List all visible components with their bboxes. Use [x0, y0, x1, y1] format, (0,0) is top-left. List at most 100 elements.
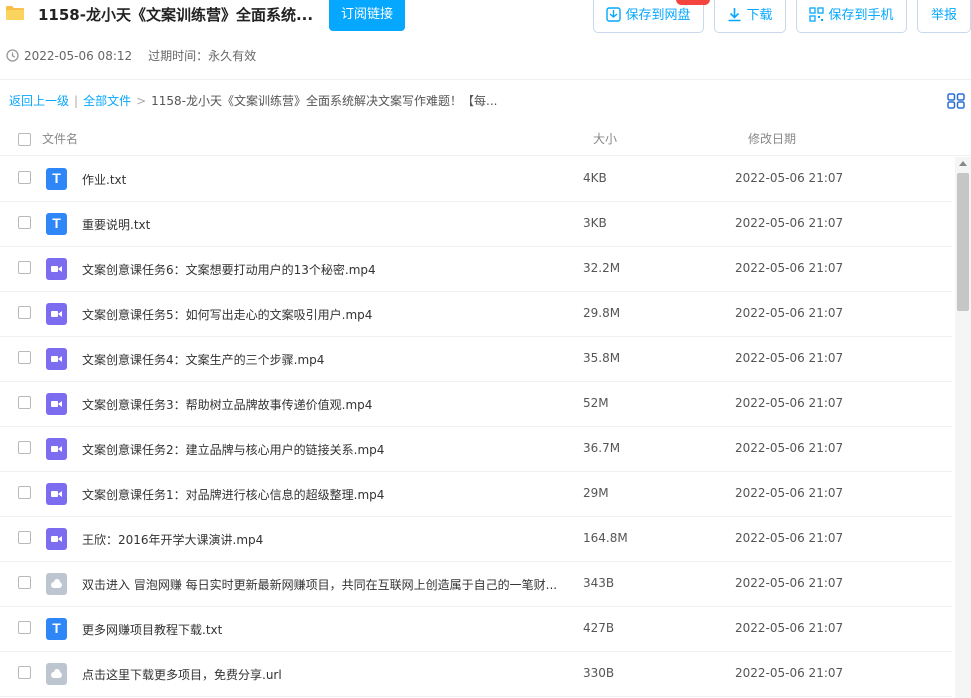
row-checkbox[interactable] — [18, 216, 31, 229]
file-name[interactable]: 双击进入 冒泡网赚 每日实时更新最新网赚项目，共同在互联网上创造属于自己的一笔财… — [82, 576, 557, 593]
scroll-thumb[interactable] — [957, 173, 969, 311]
video-file-icon — [46, 303, 67, 325]
file-row[interactable]: 文案创意课任务1：对品牌进行核心信息的超级整理.mp4 29M 2022-05-06… — [0, 472, 952, 517]
file-row[interactable]: 文案创意课任务4：文案生产的三个步骤.mp4 35.8M 2022-05-06 21… — [0, 337, 952, 382]
qrcode-icon — [809, 7, 825, 22]
file-date: 2022-05-06 21:07 — [735, 171, 844, 185]
file-size: 4KB — [583, 171, 607, 185]
file-row[interactable]: 王欣：2016年开学大课演讲.mp4 164.8M 2022-05-06 21:07 — [0, 517, 952, 562]
clock-icon — [6, 49, 19, 62]
grid-view-icon[interactable] — [947, 93, 965, 109]
row-checkbox[interactable] — [18, 261, 31, 274]
save-to-phone-label: 保存到手机 — [828, 8, 894, 23]
download-button[interactable]: 下载 — [714, 0, 786, 33]
column-header-name[interactable]: 文件名 — [42, 130, 78, 147]
file-table-header: 文件名 大小 修改日期 — [0, 122, 971, 156]
file-size: 164.8M — [583, 531, 628, 545]
row-checkbox[interactable] — [18, 531, 31, 544]
row-checkbox[interactable] — [18, 441, 31, 454]
row-checkbox[interactable] — [18, 621, 31, 634]
column-header-size[interactable]: 大小 — [593, 130, 617, 147]
row-checkbox[interactable] — [18, 306, 31, 319]
text-file-icon — [46, 213, 67, 235]
file-name[interactable]: 更多网赚项目教程下载.txt — [82, 621, 222, 638]
file-size: 29.8M — [583, 306, 621, 320]
file-date: 2022-05-06 21:07 — [735, 531, 844, 545]
video-file-icon — [46, 483, 67, 505]
file-size: 35.8M — [583, 351, 621, 365]
file-row[interactable]: 文案创意课任务6：文案想要打动用户的13个秘密.mp4 32.2M 2022-05-… — [0, 247, 952, 292]
file-size: 3KB — [583, 216, 607, 230]
file-date: 2022-05-06 21:07 — [735, 576, 844, 590]
breadcrumb-current: 1158-龙小天《文案训练营》全面系统解决文案写作难题！【每... — [151, 94, 498, 108]
download-icon — [728, 8, 741, 22]
file-name[interactable]: 文案创意课任务5：如何写出走心的文案吸引用户.mp4 — [82, 306, 372, 323]
video-file-icon — [46, 438, 67, 460]
file-row[interactable]: 点击这里下载更多项目，免费分享.url 330B 2022-05-06 21:07 — [0, 652, 952, 697]
file-date: 2022-05-06 21:07 — [735, 486, 844, 500]
row-checkbox[interactable] — [18, 351, 31, 364]
file-name[interactable]: 文案创意课任务1：对品牌进行核心信息的超级整理.mp4 — [82, 486, 384, 503]
file-size: 343B — [583, 576, 615, 590]
report-button[interactable]: 举报 — [917, 0, 971, 33]
file-list: 作业.txt 4KB 2022-05-06 21:07 重要说明.txt 3KB 2022… — [0, 157, 952, 697]
breadcrumb: 返回上一级 | 全部文件 >1158-龙小天《文案训练营》全面系统解决文案写作难题！【… — [9, 92, 497, 109]
text-file-icon — [46, 168, 67, 190]
file-name[interactable]: 文案创意课任务2：建立品牌与核心用户的链接关系.mp4 — [82, 441, 384, 458]
video-file-icon — [46, 393, 67, 415]
file-name[interactable]: 重要说明.txt — [82, 216, 150, 233]
file-row[interactable]: 双击进入 冒泡网赚 每日实时更新最新网赚项目，共同在互联网上创造属于自己的一笔财… — [0, 562, 952, 607]
scroll-up-arrow-icon[interactable] — [959, 161, 967, 166]
subscribe-button[interactable]: 订阅链接 — [329, 0, 405, 31]
file-name[interactable]: 文案创意课任务6：文案想要打动用户的13个秘密.mp4 — [82, 261, 376, 278]
link-file-icon — [46, 573, 67, 595]
share-header: 1158-龙小天《文案训练营》全面系统... 订阅链接 保存到网盘 下载 保存到… — [0, 0, 971, 80]
file-row[interactable]: 文案创意课任务2：建立品牌与核心用户的链接关系.mp4 36.7M 2022-05-… — [0, 427, 952, 472]
breadcrumb-all-files-link[interactable]: 全部文件 — [83, 94, 131, 108]
select-all-checkbox[interactable] — [18, 133, 31, 146]
file-date: 2022-05-06 21:07 — [735, 216, 844, 230]
file-date: 2022-05-06 21:07 — [735, 621, 844, 635]
row-checkbox[interactable] — [18, 396, 31, 409]
file-name[interactable]: 文案创意课任务3：帮助树立品牌故事传递价值观.mp4 — [82, 396, 372, 413]
file-row[interactable]: 文案创意课任务5：如何写出走心的文案吸引用户.mp4 29.8M 2022-05-0… — [0, 292, 952, 337]
file-size: 36.7M — [583, 441, 621, 455]
file-size: 32.2M — [583, 261, 621, 275]
scrollbar[interactable] — [955, 157, 971, 698]
file-row[interactable]: 重要说明.txt 3KB 2022-05-06 21:07 — [0, 202, 952, 247]
row-checkbox[interactable] — [18, 666, 31, 679]
video-file-icon — [46, 528, 67, 550]
file-date: 2022-05-06 21:07 — [735, 261, 844, 275]
folder-icon — [6, 6, 24, 20]
file-name[interactable]: 点击这里下载更多项目，免费分享.url — [82, 666, 282, 683]
file-row[interactable]: 更多网赚项目教程下载.txt 427B 2022-05-06 21:07 — [0, 607, 952, 652]
new-badge — [676, 0, 710, 5]
row-checkbox[interactable] — [18, 171, 31, 184]
share-title: 1158-龙小天《文案训练营》全面系统... — [38, 6, 314, 24]
video-file-icon — [46, 348, 67, 370]
file-name[interactable]: 王欣：2016年开学大课演讲.mp4 — [82, 531, 263, 548]
file-row[interactable]: 文案创意课任务3：帮助树立品牌故事传递价值观.mp4 52M 2022-05-06 … — [0, 382, 952, 427]
download-label: 下载 — [746, 8, 773, 23]
file-row[interactable]: 作业.txt 4KB 2022-05-06 21:07 — [0, 157, 952, 202]
file-date: 2022-05-06 21:07 — [735, 396, 844, 410]
row-checkbox[interactable] — [18, 486, 31, 499]
breadcrumb-separator: | — [74, 94, 79, 108]
file-size: 29M — [583, 486, 609, 500]
file-name[interactable]: 作业.txt — [82, 171, 126, 188]
share-meta: 2022-05-06 08:12 过期时间：永久有效 — [6, 47, 256, 64]
link-file-icon — [46, 663, 67, 685]
breadcrumb-separator: > — [136, 94, 147, 108]
save-icon — [606, 7, 622, 22]
breadcrumb-back-link[interactable]: 返回上一级 — [9, 94, 69, 108]
file-name[interactable]: 文案创意课任务4：文案生产的三个步骤.mp4 — [82, 351, 324, 368]
file-date: 2022-05-06 21:07 — [735, 666, 844, 680]
file-date: 2022-05-06 21:07 — [735, 306, 844, 320]
row-checkbox[interactable] — [18, 576, 31, 589]
save-to-phone-button[interactable]: 保存到手机 — [796, 0, 907, 33]
file-date: 2022-05-06 21:07 — [735, 351, 844, 365]
file-size: 52M — [583, 396, 609, 410]
file-size: 427B — [583, 621, 615, 635]
column-header-date[interactable]: 修改日期 — [748, 130, 796, 147]
expire-text: 过期时间：永久有效 — [148, 49, 257, 63]
